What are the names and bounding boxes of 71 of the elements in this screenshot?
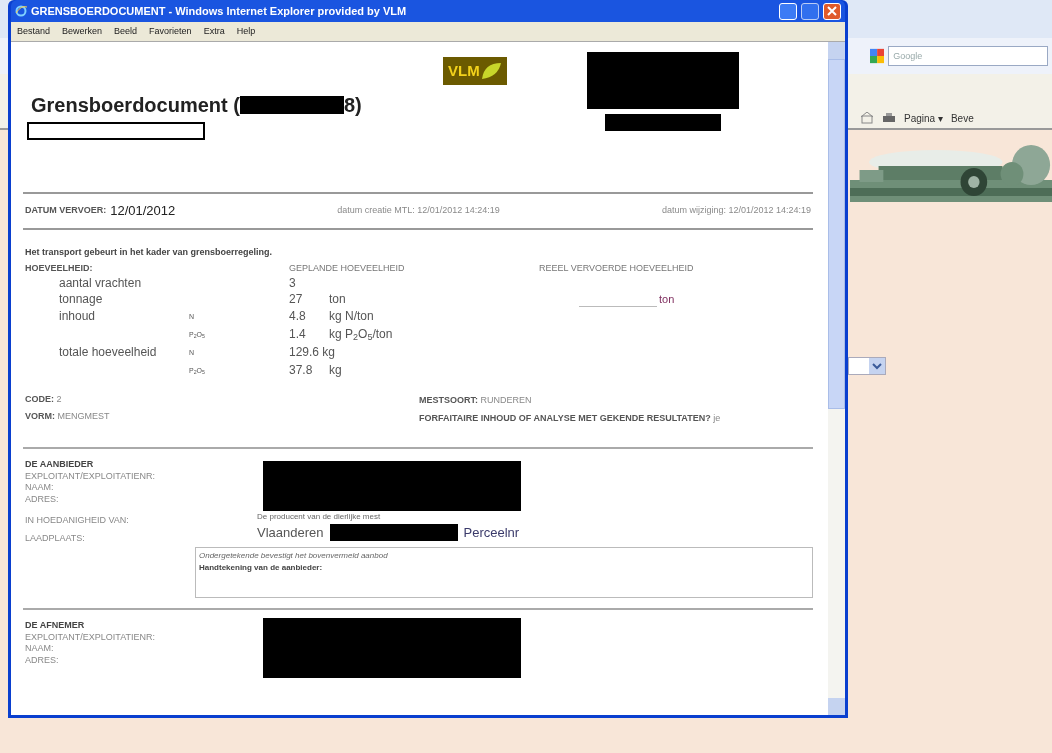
unit-text: kg: [329, 363, 342, 377]
loading-region: Vlaanderen: [257, 524, 324, 542]
parcel-label: Perceelnr: [463, 524, 520, 542]
confirmation-text: Ondergetekende bevestigt het bovenvermeld aanbod: [199, 550, 389, 562]
section-heading: DE AFNEMER: [25, 620, 86, 632]
field-label: EXPLOITANT/EXPLOITATIENR:: [25, 631, 157, 643]
ie-logo-icon: [15, 5, 27, 17]
intro-text: Het transport gebeurt in het kader van grensboerregeling.: [25, 246, 274, 259]
planned-value: 27: [289, 292, 303, 306]
menu-item[interactable]: Beeld: [114, 24, 138, 39]
minimize-button[interactable]: [779, 2, 797, 20]
document-title-end: 8): [343, 93, 362, 118]
quantity-label: inhoud: [59, 309, 96, 323]
field-label: ADRES:: [25, 654, 60, 666]
quantity-label: aantal vrachten: [59, 276, 142, 290]
menu-item[interactable]: Extra: [203, 24, 225, 39]
document-title: Grensboerdocument (: [31, 93, 240, 118]
window-title: GRENSBOERDOCUMENT - Windows Internet Explorer provided by VLM: [31, 3, 408, 19]
google-logo-icon: [870, 48, 885, 64]
planned-value: 37.8: [289, 363, 313, 377]
planned-value: 4.8: [289, 309, 306, 323]
modified-date: datum wijziging: 12/01/2012 14:24:19: [661, 204, 811, 218]
planned-value: 129.6 kg: [289, 345, 336, 359]
capacity-value: De producent van de dierlijke mest: [257, 511, 382, 523]
close-button[interactable]: [823, 2, 841, 20]
manure-type-value: RUNDEREN: [480, 395, 532, 405]
field-label: EXPLOITANT/EXPLOITATIENR:: [25, 470, 157, 482]
chevron-down-icon: [869, 358, 885, 374]
planned-value: 3: [289, 276, 296, 290]
field-label: NAAM:: [25, 482, 55, 494]
transport-date: 12/01/2012: [110, 202, 176, 221]
unit-text: kg P$_{2}$O$_{5}$/ton: [329, 327, 393, 341]
column-heading: GEPLANDE HOEVEELHEID: [289, 261, 406, 275]
quantity-label: totale hoeveelheid: [59, 345, 157, 359]
signature-box[interactable]: Ondergetekende bevestigt het bovenvermeld aanbod Handtekening van de aanbieder:: [195, 547, 813, 598]
menu-item[interactable]: Help: [236, 24, 256, 39]
answer-value: je: [713, 413, 721, 423]
menu-item[interactable]: Favorieten: [149, 24, 192, 39]
form-value: MENGMEST: [57, 411, 110, 421]
column-heading: HOEVEELHEID:: [25, 261, 94, 275]
toolbar-menu[interactable]: Pagina ▾: [904, 110, 943, 126]
unit-text: ton: [659, 292, 675, 307]
field-label: VORM:: [25, 411, 55, 421]
column-heading: REEEL VERVOERDE HOEVEELHEID: [539, 261, 695, 275]
signature-label: Handtekening van de aanbieder:: [199, 562, 324, 574]
field-label: IN HOEDANIGHEID VAN:: [25, 514, 130, 527]
field-label: FORFAITAIRE INHOUD OF ANALYSE MET GEKENDE RESULTATEN?: [419, 413, 711, 423]
field-label: CODE:: [25, 394, 54, 404]
vlm-logo: VLM: [443, 57, 507, 85]
printer-icon[interactable]: [882, 112, 896, 124]
home-icon[interactable]: [860, 112, 874, 124]
scrollbar[interactable]: [828, 42, 845, 715]
menu-item[interactable]: Bestand: [17, 24, 51, 39]
section-heading: DE AANBIEDER: [25, 459, 95, 471]
dropdown[interactable]: [848, 357, 886, 375]
creation-date: datum creatie MTL: 12/01/2012 14:24:19: [337, 204, 500, 218]
field-label: ADRES:: [25, 493, 60, 505]
close-icon: [827, 6, 837, 16]
field-label: DATUM VERVOER:: [25, 204, 107, 218]
toolbar-menu[interactable]: Beve: [950, 110, 974, 126]
field-label: NAAM:: [25, 643, 55, 655]
code-value: 2: [56, 394, 62, 404]
unit-text: kg N/ton: [329, 309, 374, 323]
menu-item[interactable]: Bewerken: [62, 24, 103, 39]
field-label: LAADPLAATS:: [25, 532, 86, 545]
planned-value: 1.4: [289, 327, 306, 341]
unit-text: ton: [329, 292, 346, 306]
maximize-button[interactable]: [801, 2, 819, 20]
quantity-label: tonnage: [59, 292, 103, 306]
search-field[interactable]: Google: [888, 46, 1048, 66]
field-label: MESTSOORT:: [419, 395, 478, 405]
